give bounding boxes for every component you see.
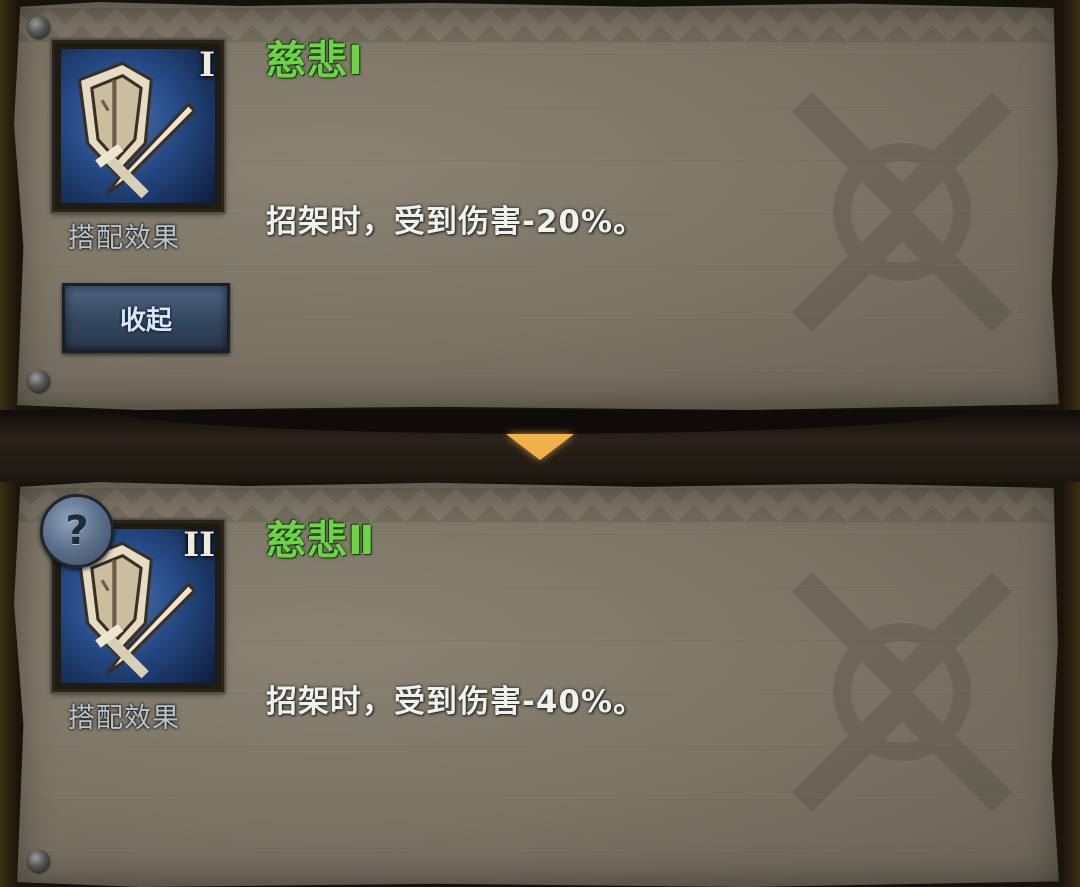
decorative-border [14, 8, 1059, 42]
shield-sword-icon [77, 61, 197, 199]
set-effect-text-2: 招架时，受到伤害-40%。 [266, 684, 646, 720]
set-caption: 搭配效果 [68, 223, 180, 254]
set-effect-text-1: 招架时，受到伤害-20%。 [266, 204, 646, 240]
tier-numeral: II [183, 525, 215, 565]
collapse-button[interactable]: 收起 [62, 283, 230, 353]
rivet [28, 370, 50, 392]
set-title-1: 慈悲Ⅰ [266, 38, 364, 84]
decorative-border [14, 488, 1059, 522]
help-button[interactable]: ? [40, 494, 114, 568]
set-effects-screen: I 搭配效果 收起 慈悲Ⅰ 招架时，受到伤害-20%。 II ? 搭配效果 慈悲… [0, 0, 1080, 887]
expand-arrow-icon[interactable] [506, 434, 574, 460]
rivet [28, 16, 50, 38]
set-icon-1: I [52, 40, 224, 212]
background-emblem-icon [792, 92, 1012, 332]
set-caption: 搭配效果 [68, 703, 180, 734]
background-emblem-icon [792, 572, 1012, 812]
rivet [28, 850, 50, 872]
set-title-2: 慈悲Ⅱ [266, 518, 376, 564]
tier-numeral: I [199, 45, 215, 85]
